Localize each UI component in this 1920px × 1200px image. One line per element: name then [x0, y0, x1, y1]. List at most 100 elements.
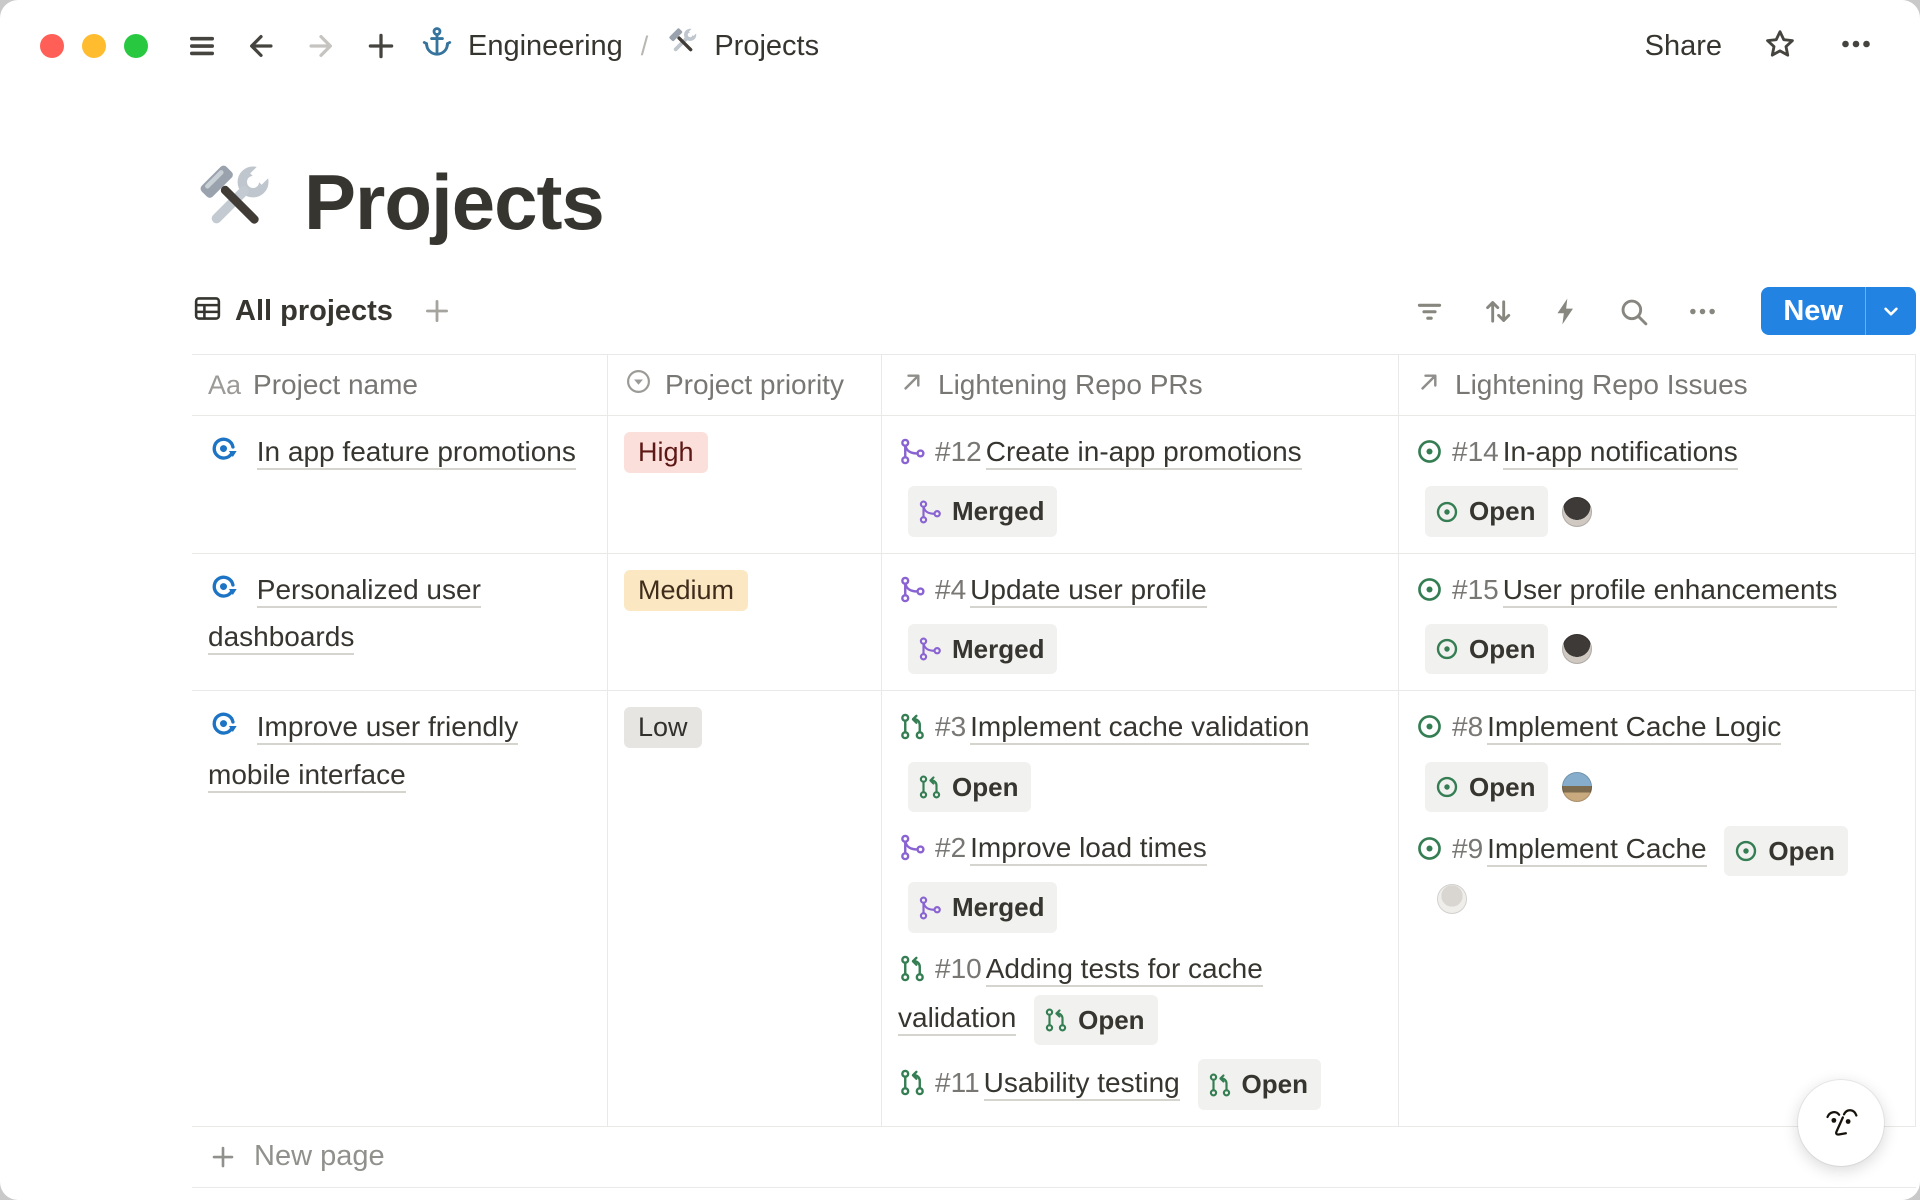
column-header-project-priority[interactable]: Project priority	[608, 355, 882, 415]
issue-entry[interactable]: #8Implement Cache Logic Open	[1415, 705, 1899, 812]
pr-entry[interactable]: #2Improve load times Merged	[898, 826, 1382, 933]
pr-status-chip: Merged	[908, 486, 1057, 536]
git-pull-request-icon	[898, 1072, 927, 1103]
pr-entry[interactable]: #10Adding tests for cache validation Ope…	[898, 947, 1382, 1046]
pr-link[interactable]: Usability testing	[984, 1067, 1180, 1101]
pr-entry[interactable]: #12Create in-app promotions Merged	[898, 430, 1382, 537]
star-icon[interactable]	[1762, 26, 1798, 67]
issue-link[interactable]: In-app notifications	[1503, 436, 1738, 470]
column-header-project-name[interactable]: Aa Project name	[192, 355, 608, 415]
issue-number: #15	[1452, 574, 1499, 605]
pr-number: #12	[935, 436, 982, 467]
close-window-button[interactable]	[40, 34, 64, 58]
git-pull-request-icon	[1207, 1072, 1233, 1098]
prs-cell[interactable]: #3Implement cache validation Open #2Impr…	[882, 691, 1399, 1125]
issue-open-icon	[1415, 716, 1444, 747]
issue-open-icon	[1434, 636, 1460, 662]
notion-ai-button[interactable]	[1798, 1080, 1884, 1166]
issue-link[interactable]: User profile enhancements	[1503, 574, 1838, 608]
add-view-icon[interactable]	[421, 295, 453, 327]
new-page-row[interactable]: New page	[192, 1127, 1916, 1188]
view-tab-label: All projects	[235, 295, 393, 328]
forward-icon[interactable]	[304, 29, 338, 63]
pr-link[interactable]: Improve load times	[970, 832, 1207, 866]
pr-entry[interactable]: #4Update user profile Merged	[898, 568, 1382, 675]
project-name-cell[interactable]: In app feature promotions	[192, 416, 608, 553]
prs-cell[interactable]: #4Update user profile Merged	[882, 554, 1399, 691]
filter-icon[interactable]	[1414, 296, 1445, 327]
breadcrumb-space[interactable]: Engineering	[468, 30, 623, 63]
git-merge-icon	[898, 837, 927, 868]
pr-status-label: Open	[952, 767, 1018, 807]
table-view-icon	[192, 293, 223, 329]
git-merge-icon	[917, 499, 943, 525]
project-link[interactable]: Improve user friendly mobile interface	[208, 711, 518, 792]
issue-link[interactable]: Implement Cache Logic	[1487, 711, 1781, 745]
project-name-cell[interactable]: Personalized user dashboards	[192, 554, 608, 691]
column-header-repo-prs[interactable]: Lightening Repo PRs	[882, 355, 1399, 415]
pr-entry[interactable]: #3Implement cache validation Open	[898, 705, 1382, 812]
pr-status-label: Open	[1078, 1000, 1144, 1040]
issue-entry[interactable]: #15User profile enhancements Open	[1415, 568, 1899, 675]
page-title[interactable]: Projects	[304, 157, 604, 248]
git-pull-request-icon	[898, 958, 927, 989]
view-bar: All projects	[192, 284, 1916, 338]
pr-link[interactable]: Implement cache validation	[970, 711, 1309, 745]
share-button[interactable]: Share	[1645, 30, 1722, 63]
column-header-repo-issues[interactable]: Lightening Repo Issues	[1399, 355, 1916, 415]
issue-open-icon	[1415, 441, 1444, 472]
assignee-avatar[interactable]	[1562, 772, 1592, 802]
titlebar: Engineering / Projects Share	[0, 0, 1920, 92]
new-button-label[interactable]: New	[1761, 287, 1865, 335]
new-button[interactable]: New	[1761, 287, 1916, 335]
breadcrumb-page[interactable]: Projects	[714, 30, 819, 63]
priority-cell[interactable]: Medium	[608, 554, 882, 691]
plus-icon	[208, 1142, 238, 1172]
assignee-avatar[interactable]	[1562, 497, 1592, 527]
new-page-label: New page	[254, 1140, 385, 1173]
pr-status-chip: Open	[1198, 1059, 1321, 1109]
breadcrumb: Engineering / Projects	[420, 25, 819, 67]
new-tab-icon[interactable]	[364, 29, 398, 63]
git-pull-request-icon	[898, 716, 927, 747]
column-label: Project priority	[665, 369, 844, 401]
priority-cell[interactable]: High	[608, 416, 882, 553]
text-type-icon: Aa	[208, 370, 241, 401]
zoom-window-button[interactable]	[124, 34, 148, 58]
hammer-wrench-icon[interactable]	[192, 157, 278, 248]
table-header-row: Aa Project name Project priority Lighten…	[192, 354, 1916, 416]
pr-status-chip: Merged	[908, 624, 1057, 674]
git-merge-icon	[898, 579, 927, 610]
project-name-cell[interactable]: Improve user friendly mobile interface	[192, 691, 608, 1125]
prs-cell[interactable]: #12Create in-app promotions Merged	[882, 416, 1399, 553]
issue-status-chip: Open	[1425, 486, 1548, 536]
pr-link[interactable]: Create in-app promotions	[986, 436, 1302, 470]
back-icon[interactable]	[244, 29, 278, 63]
assignee-avatar[interactable]	[1437, 884, 1467, 914]
sidebar-menu-icon[interactable]	[186, 30, 218, 62]
sort-icon[interactable]	[1481, 295, 1514, 328]
issue-link[interactable]: Implement Cache	[1487, 833, 1706, 867]
issues-cell[interactable]: #14In-app notifications Open	[1399, 416, 1916, 553]
pr-entry[interactable]: #11Usability testing Open	[898, 1059, 1382, 1109]
more-icon[interactable]	[1838, 26, 1874, 67]
issues-cell[interactable]: #8Implement Cache Logic Open #9Implement…	[1399, 691, 1916, 1125]
tab-all-projects[interactable]: All projects	[192, 293, 393, 329]
issue-entry[interactable]: #14In-app notifications Open	[1415, 430, 1899, 537]
project-link[interactable]: Personalized user dashboards	[208, 574, 481, 655]
issue-number: #9	[1452, 833, 1483, 864]
priority-cell[interactable]: Low	[608, 691, 882, 1125]
git-merge-icon	[898, 441, 927, 472]
issues-cell[interactable]: #15User profile enhancements Open	[1399, 554, 1916, 691]
issue-entry[interactable]: #9Implement Cache Open	[1415, 826, 1899, 920]
pr-link[interactable]: Update user profile	[970, 574, 1207, 608]
pr-number: #11	[935, 1067, 980, 1098]
project-link[interactable]: In app feature promotions	[257, 436, 576, 470]
minimize-window-button[interactable]	[82, 34, 106, 58]
search-icon[interactable]	[1617, 295, 1650, 328]
lightning-icon[interactable]	[1550, 296, 1581, 327]
new-button-dropdown[interactable]	[1865, 287, 1916, 335]
more-icon[interactable]	[1686, 295, 1719, 328]
issue-status-label: Open	[1469, 767, 1535, 807]
assignee-avatar[interactable]	[1562, 634, 1592, 664]
